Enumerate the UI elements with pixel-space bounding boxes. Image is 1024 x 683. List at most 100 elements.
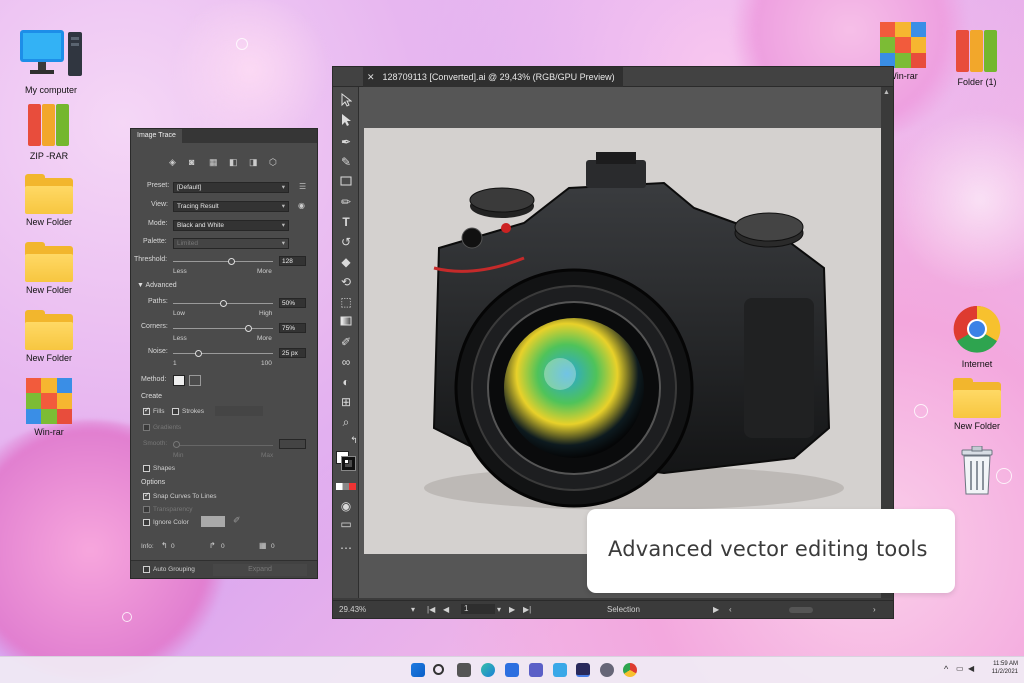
smooth-knob[interactable]: [173, 441, 180, 448]
windows-start-icon[interactable]: [411, 663, 425, 677]
snap-curves-checkbox[interactable]: [143, 491, 150, 500]
pen-tool-icon[interactable]: ✒: [337, 133, 355, 151]
transparency-checkbox[interactable]: [143, 506, 150, 513]
settings-icon[interactable]: [600, 663, 614, 677]
desktop-icon-new-folder-3[interactable]: New Folder: [12, 310, 86, 363]
next-artboard-icon[interactable]: ▶: [509, 605, 515, 614]
high-color-icon[interactable]: ◙: [189, 157, 194, 167]
artboard-number[interactable]: 1: [461, 604, 495, 614]
noise-slider[interactable]: [173, 353, 273, 354]
shapes-checkbox[interactable]: [143, 465, 150, 472]
volume-icon[interactable]: ◀: [968, 664, 974, 673]
close-icon[interactable]: ✕: [367, 67, 375, 87]
artboard-tool-icon[interactable]: ⊞: [337, 393, 355, 411]
tray-chevron-icon[interactable]: ^: [944, 664, 948, 674]
auto-grouping-checkbox[interactable]: [143, 566, 150, 573]
fills-checkbox[interactable]: [143, 406, 150, 415]
corners-slider[interactable]: [173, 328, 273, 329]
eraser-tool-icon[interactable]: ◆: [337, 253, 355, 271]
zoom-level[interactable]: 29.43%: [339, 605, 366, 614]
color-mode-icons[interactable]: [336, 483, 356, 490]
first-artboard-icon[interactable]: |◀: [427, 605, 435, 614]
view-select[interactable]: Tracing Result: [173, 201, 289, 212]
curvature-tool-icon[interactable]: ✎: [337, 153, 355, 171]
camera-app-icon[interactable]: [457, 663, 471, 677]
illustrator-taskbar-icon[interactable]: [576, 663, 590, 677]
rotate-tool-icon[interactable]: ↺: [337, 233, 355, 251]
status-menu-icon[interactable]: ▶: [713, 605, 719, 614]
clock[interactable]: 11:59 AM 11/2/2021: [992, 660, 1018, 676]
teams-icon[interactable]: [529, 663, 543, 677]
network-icon[interactable]: ▭: [956, 664, 964, 673]
black-white-icon[interactable]: ◨: [249, 157, 258, 168]
eyedropper-icon[interactable]: ✐: [233, 515, 241, 526]
artboard[interactable]: [364, 128, 883, 554]
noise-value[interactable]: 25 px: [279, 348, 306, 358]
preset-menu-icon[interactable]: ☰: [299, 182, 306, 191]
desktop-icon-new-folder-2[interactable]: New Folder: [12, 242, 86, 295]
panel-title[interactable]: Image Trace: [131, 129, 182, 143]
paths-value[interactable]: 50%: [279, 298, 306, 308]
desktop-icon-zip-rar[interactable]: ZIP -RAR: [12, 102, 86, 161]
desktop-icon-win-rar[interactable]: Win-rar: [12, 378, 86, 437]
search-icon[interactable]: [433, 664, 444, 675]
hscroll-right-icon[interactable]: ›: [873, 605, 876, 614]
direct-selection-tool-icon[interactable]: [337, 113, 355, 131]
eyedropper-tool-icon[interactable]: ✐: [337, 333, 355, 351]
draw-mode-icon[interactable]: ◉: [337, 497, 355, 515]
zoom-tool-icon[interactable]: ⌕: [337, 413, 355, 431]
warp-tool-icon[interactable]: ⟲: [337, 273, 355, 291]
rectangle-tool-icon[interactable]: [337, 173, 355, 191]
desktop-icon-recycle-bin[interactable]: [940, 445, 1014, 498]
gradients-checkbox[interactable]: [143, 424, 150, 431]
advanced-toggle[interactable]: ▼ Advanced: [137, 282, 177, 289]
method-abutting-icon[interactable]: [173, 375, 185, 386]
low-color-icon[interactable]: ▦: [209, 157, 218, 168]
gradient-tool-icon[interactable]: [337, 313, 355, 331]
screen-mode-icon[interactable]: ▭: [337, 515, 355, 533]
stroke-width-field[interactable]: [215, 406, 263, 416]
stroke-swatch[interactable]: [341, 456, 356, 471]
ignore-color-checkbox[interactable]: [143, 519, 150, 526]
paintbrush-tool-icon[interactable]: ✏: [337, 193, 355, 211]
smooth-value[interactable]: [279, 439, 306, 449]
photos-icon[interactable]: [553, 663, 567, 677]
mode-select[interactable]: Black and White: [173, 220, 289, 231]
document-tab[interactable]: ✕ 128709113 [Converted].ai @ 29,43% (RGB/…: [363, 67, 623, 87]
selection-tool-icon[interactable]: [337, 92, 355, 111]
prev-artboard-icon[interactable]: ◀: [443, 605, 449, 614]
more-tools-icon[interactable]: ⋯: [337, 539, 355, 557]
desktop-icon-my-computer[interactable]: My computer: [14, 28, 88, 95]
hscroll-left-icon[interactable]: ‹: [729, 605, 732, 614]
desktop-icon-new-folder-1[interactable]: New Folder: [12, 174, 86, 227]
ignore-color-swatch[interactable]: [201, 516, 225, 527]
grayscale-icon[interactable]: ◧: [229, 157, 238, 168]
noise-knob[interactable]: [195, 350, 202, 357]
hscroll-thumb[interactable]: [789, 607, 813, 613]
smooth-slider[interactable]: [173, 445, 273, 446]
paths-knob[interactable]: [220, 300, 227, 307]
method-overlapping-icon[interactable]: [189, 375, 201, 386]
expand-button[interactable]: Expand: [213, 564, 307, 576]
desktop-icon-folder-1[interactable]: Folder (1): [940, 28, 1014, 87]
blend-tool-icon[interactable]: ∞: [337, 353, 355, 371]
corners-value[interactable]: 75%: [279, 323, 306, 333]
palette-select[interactable]: Limited: [173, 238, 289, 249]
chevron-down-icon[interactable]: ▾: [497, 605, 501, 614]
store-icon[interactable]: [505, 663, 519, 677]
eye-icon[interactable]: ◉: [298, 201, 305, 210]
chrome-taskbar-icon[interactable]: [623, 663, 637, 677]
preset-select[interactable]: [Default]: [173, 182, 289, 193]
free-transform-tool-icon[interactable]: ⬚: [337, 293, 355, 311]
type-tool-icon[interactable]: T: [337, 213, 355, 231]
threshold-value[interactable]: 128: [279, 256, 306, 266]
scroll-up-icon[interactable]: ▲: [883, 89, 890, 96]
corners-knob[interactable]: [245, 325, 252, 332]
shape-builder-tool-icon[interactable]: ◐: [337, 373, 355, 391]
desktop-icon-internet[interactable]: Internet: [940, 304, 1014, 369]
desktop-icon-new-folder-right[interactable]: New Folder: [940, 378, 1014, 431]
threshold-knob[interactable]: [228, 258, 235, 265]
threshold-slider[interactable]: [173, 261, 273, 262]
outline-icon[interactable]: ⬡: [269, 157, 277, 168]
strokes-checkbox[interactable]: [172, 408, 179, 415]
